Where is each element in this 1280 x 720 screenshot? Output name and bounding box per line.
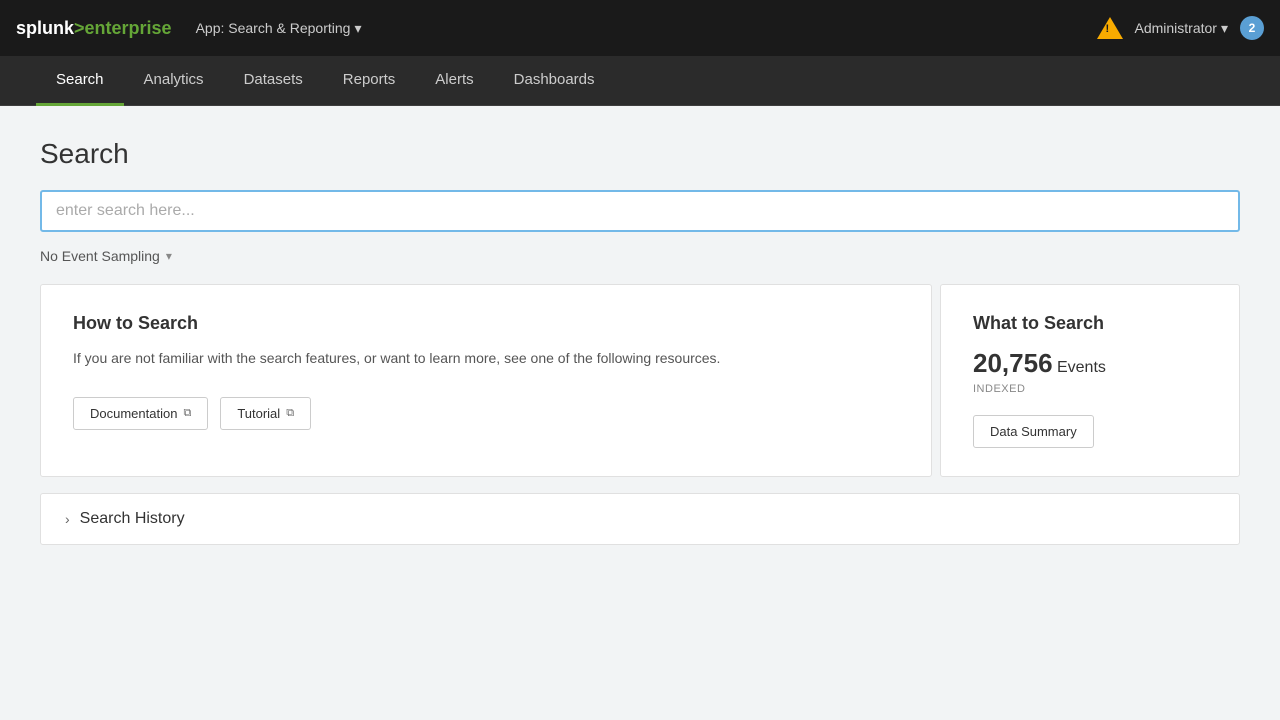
top-bar-left: splunk>enterprise App: Search & Reportin…	[16, 18, 361, 39]
page-title: Search	[40, 138, 1240, 170]
search-history-section: › Search History	[40, 493, 1240, 545]
tutorial-btn-label: Tutorial	[237, 406, 280, 421]
nav-label-reports: Reports	[343, 71, 396, 88]
doc-btn-label: Documentation	[90, 406, 177, 421]
how-to-buttons: Documentation ⧉ Tutorial ⧉	[73, 397, 899, 430]
top-bar: splunk>enterprise App: Search & Reportin…	[0, 0, 1280, 56]
splunk-gt: >	[74, 18, 85, 39]
what-to-title: What to Search	[973, 313, 1207, 334]
search-box-wrapper	[40, 190, 1240, 232]
search-input[interactable]	[56, 202, 1224, 220]
page-content: Search No Event Sampling ▾ How to Search…	[0, 106, 1280, 577]
search-history-header[interactable]: › Search History	[65, 510, 1215, 528]
nav-item-reports[interactable]: Reports	[323, 56, 416, 106]
notification-badge[interactable]: 2	[1240, 16, 1264, 40]
alert-icon[interactable]	[1097, 17, 1123, 39]
tutorial-external-icon: ⧉	[286, 407, 294, 420]
nav-item-dashboards[interactable]: Dashboards	[494, 56, 615, 106]
admin-label: Administrator	[1135, 20, 1217, 36]
nav-item-datasets[interactable]: Datasets	[224, 56, 323, 106]
top-bar-right: Administrator ▾ 2	[1097, 16, 1265, 40]
notification-count: 2	[1249, 21, 1256, 35]
tutorial-button[interactable]: Tutorial ⧉	[220, 397, 311, 430]
app-selector[interactable]: App: Search & Reporting ▾	[196, 20, 362, 37]
sampling-dropdown[interactable]: No Event Sampling ▾	[40, 248, 172, 264]
splunk-logo[interactable]: splunk>enterprise	[16, 18, 172, 39]
nav-item-analytics[interactable]: Analytics	[124, 56, 224, 106]
events-label: Events	[1057, 359, 1106, 376]
data-summary-label: Data Summary	[990, 424, 1077, 439]
splunk-enterprise: enterprise	[85, 18, 172, 39]
how-to-description: If you are not familiar with the search …	[73, 348, 899, 369]
cards-row: How to Search If you are not familiar wi…	[40, 284, 1240, 477]
doc-external-icon: ⧉	[183, 407, 191, 420]
app-dropdown-arrow: ▾	[354, 20, 361, 37]
sampling-label: No Event Sampling	[40, 248, 160, 264]
nav-item-search[interactable]: Search	[36, 56, 124, 106]
app-name-label: App: Search & Reporting	[196, 20, 351, 36]
events-count: 20,756	[973, 348, 1053, 378]
nav-label-search: Search	[56, 71, 104, 88]
sampling-dropdown-arrow: ▾	[166, 249, 172, 263]
data-summary-button[interactable]: Data Summary	[973, 415, 1094, 448]
nav-bar: Search Analytics Datasets Reports Alerts…	[0, 56, 1280, 106]
nav-label-alerts: Alerts	[435, 71, 473, 88]
events-row: 20,756 Events	[973, 348, 1207, 379]
splunk-text: splunk	[16, 18, 74, 39]
nav-label-analytics: Analytics	[144, 71, 204, 88]
nav-label-datasets: Datasets	[244, 71, 303, 88]
admin-menu-button[interactable]: Administrator ▾	[1135, 20, 1229, 37]
search-history-chevron: ›	[65, 511, 70, 527]
what-to-search-card: What to Search 20,756 Events INDEXED Dat…	[940, 284, 1240, 477]
nav-label-dashboards: Dashboards	[514, 71, 595, 88]
documentation-button[interactable]: Documentation ⧉	[73, 397, 208, 430]
search-history-title: Search History	[80, 510, 185, 528]
how-to-title: How to Search	[73, 313, 899, 334]
how-to-search-card: How to Search If you are not familiar wi…	[40, 284, 932, 477]
admin-dropdown-arrow: ▾	[1221, 20, 1228, 37]
indexed-label: INDEXED	[973, 383, 1207, 395]
nav-item-alerts[interactable]: Alerts	[415, 56, 493, 106]
